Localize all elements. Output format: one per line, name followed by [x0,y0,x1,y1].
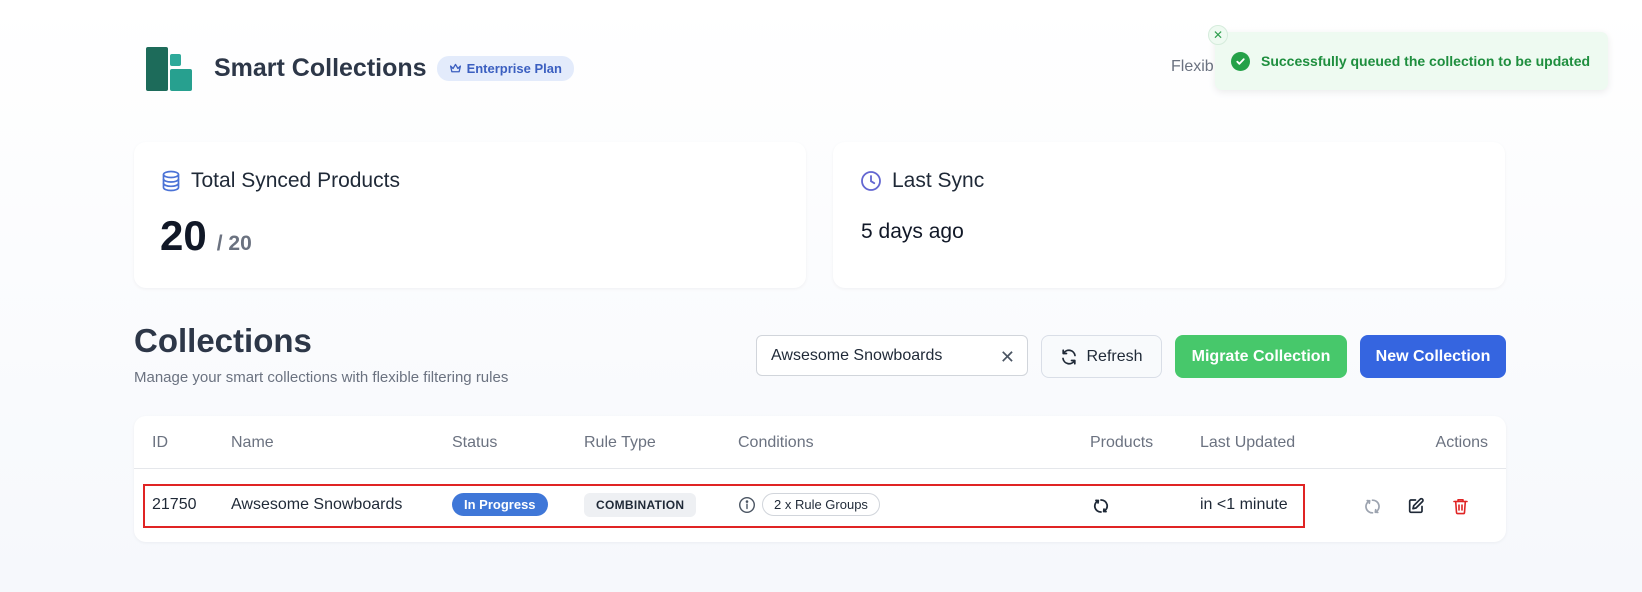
database-icon [162,170,180,192]
total-synced-card: Total Synced Products 20 / 20 [134,142,806,288]
column-header-name: Name [231,434,274,451]
column-header-id: ID [152,434,168,451]
app-logo [144,44,194,92]
refresh-icon [1062,348,1077,365]
column-header-rule-type: Rule Type [584,434,656,451]
column-header-actions: Actions [1435,434,1488,451]
plan-badge-label: Enterprise Plan [466,60,562,76]
header-tagline-partial: Flexib [1171,58,1214,75]
last-sync-label: Last Sync [892,169,985,192]
clock-icon [861,171,881,191]
info-icon[interactable] [738,496,756,514]
clear-search-icon[interactable]: ✕ [1000,347,1015,368]
row-last-updated: in <1 minute [1200,496,1288,513]
refresh-label: Refresh [1086,347,1143,365]
trash-icon[interactable] [1448,494,1472,518]
collections-title: Collections [134,322,312,359]
app-header: Smart Collections Enterprise Plan [144,44,574,92]
row-name: Awsesome Snowboards [231,496,403,513]
plan-badge: Enterprise Plan [436,55,574,81]
conditions-pill: 2 x Rule Groups [762,493,880,516]
check-circle-icon [1231,51,1250,71]
last-sync-value: 5 days ago [861,220,964,243]
close-icon[interactable]: ✕ [1208,25,1228,45]
new-collection-button[interactable]: New Collection [1360,335,1506,378]
row-id: 21750 [152,496,197,513]
column-header-status: Status [452,434,498,451]
crown-icon [449,63,461,72]
migrate-collection-button[interactable]: Migrate Collection [1175,335,1347,378]
column-header-products: Products [1090,434,1154,451]
edit-icon[interactable] [1404,494,1428,518]
last-sync-card: Last Sync 5 days ago [833,142,1505,288]
toast-message: Successfully queued the collection to be… [1261,53,1591,69]
conditions-cell: 2 x Rule Groups [738,493,880,516]
success-toast: ✕ Successfully queued the collection to … [1208,25,1608,90]
search-input[interactable] [757,336,987,375]
rule-type-badge: COMBINATION [584,493,697,517]
refresh-button[interactable]: Refresh [1041,335,1162,378]
search-field: ✕ [756,335,1028,376]
column-header-conditions: Conditions [738,434,814,451]
status-badge: In Progress [452,493,548,516]
total-synced-value: 20 [160,212,207,259]
total-synced-limit: / 20 [216,232,252,255]
table-header-divider [134,468,1506,469]
products-sync-icon [1089,494,1113,518]
total-synced-label: Total Synced Products [191,169,400,192]
app-title: Smart Collections [214,53,427,82]
collections-table: ID Name Status Rule Type Conditions Prod… [134,416,1506,542]
sync-action-icon[interactable] [1360,494,1384,518]
collections-subtitle: Manage your smart collections with flexi… [134,369,509,386]
column-header-last-updated: Last Updated [1200,434,1296,451]
